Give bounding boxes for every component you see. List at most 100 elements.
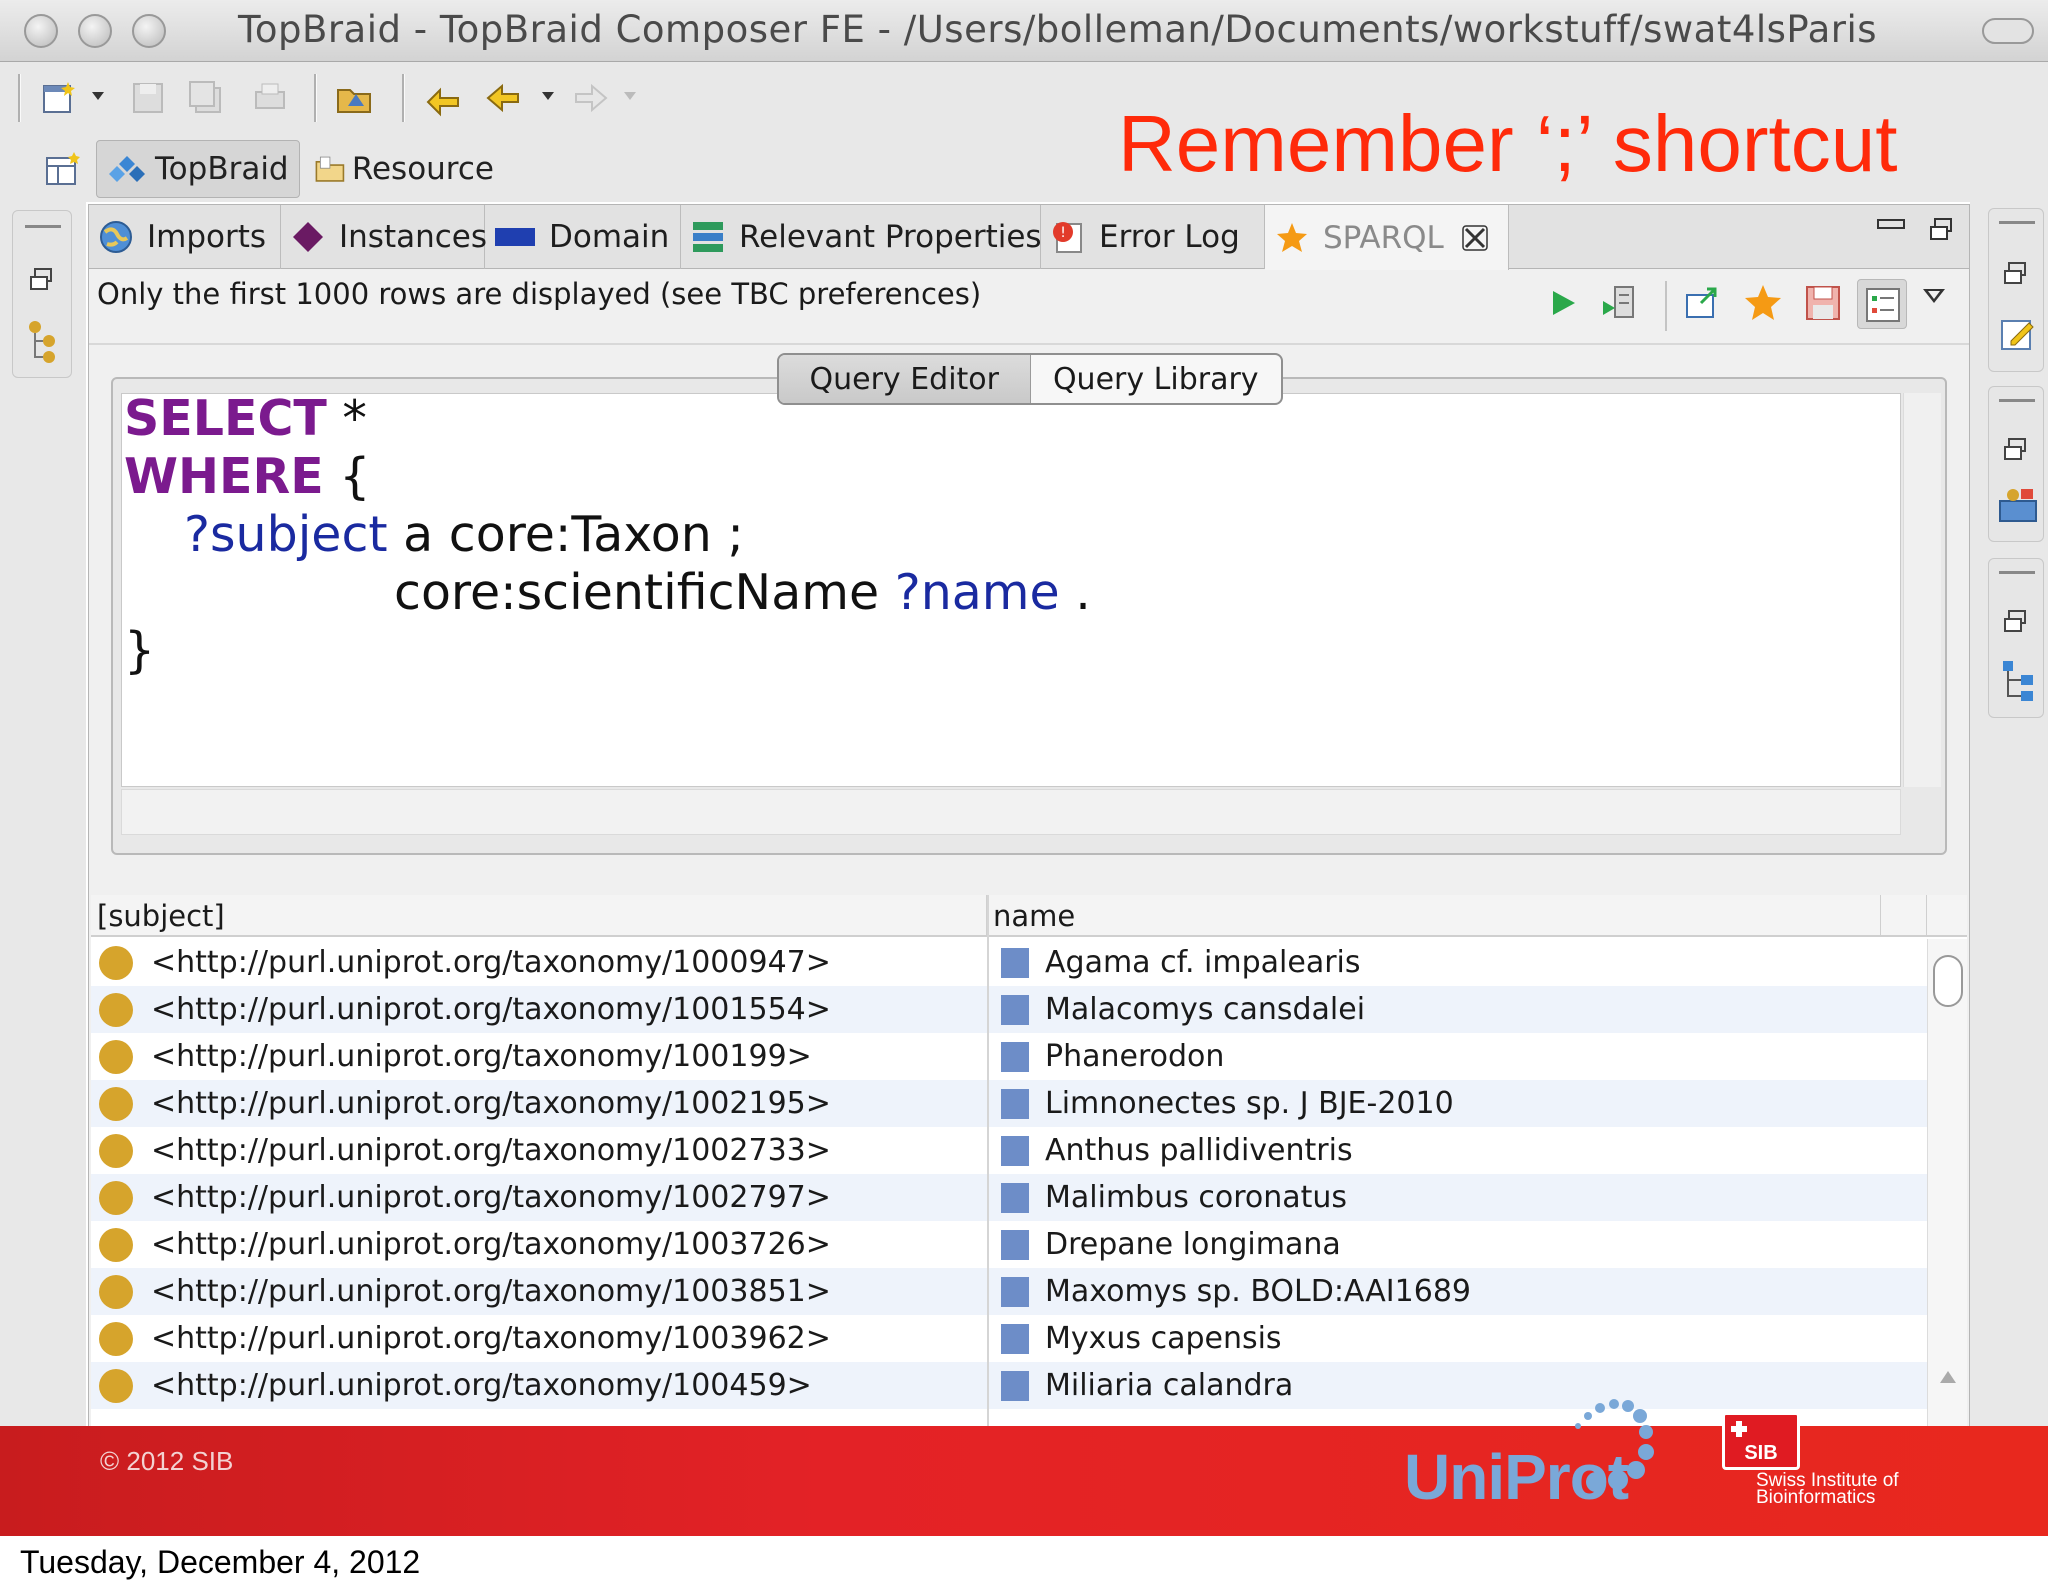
name-value: Miliaria calandra [1045,1368,1294,1403]
class-hierarchy-icon[interactable] [27,319,59,363]
save-query-icon[interactable] [1803,283,1843,323]
new-file-dropdown-icon[interactable] [92,92,104,100]
back-dropdown-icon[interactable] [542,92,554,100]
table-row[interactable]: <http://purl.uniprot.org/taxonomy/100094… [91,939,1927,986]
restore-icon[interactable] [2003,437,2029,463]
subject-cell: <http://purl.uniprot.org/taxonomy/100372… [99,1221,831,1268]
instance-icon [99,1274,133,1309]
subject-cell: <http://purl.uniprot.org/taxonomy/100273… [99,1127,831,1174]
new-file-icon[interactable] [40,78,80,118]
table-row[interactable]: <http://purl.uniprot.org/taxonomy/100279… [91,1174,1927,1221]
instance-icon [99,1180,133,1215]
table-row[interactable]: <http://purl.uniprot.org/taxonomy/100385… [91,1268,1927,1315]
row-limit-info: Only the first 1000 rows are displayed (… [97,277,982,311]
table-row[interactable]: <http://purl.uniprot.org/taxonomy/100219… [91,1080,1927,1127]
tab-instances[interactable]: Instances [281,205,488,269]
column-separator[interactable] [987,895,989,1429]
back-icon[interactable] [484,78,524,118]
tab-label: Domain [549,219,670,255]
table-row[interactable]: <http://purl.uniprot.org/taxonomy/100199… [91,1033,1927,1080]
forward-dropdown-icon [624,92,636,100]
last-edit-location-icon[interactable] [424,78,464,118]
globe-icon [100,221,132,253]
name-value: Malimbus coronatus [1045,1180,1348,1215]
results-vertical-scrollbar[interactable] [1927,939,1967,1429]
minimize-window-button[interactable] [78,14,112,48]
outline-tree-icon[interactable] [2001,659,2037,703]
tab-label: Instances [339,219,488,255]
column-header-name[interactable]: name [987,895,1881,937]
tab-label: Error Log [1099,219,1240,255]
save-all-icon [189,81,221,113]
literal-icon [1001,1323,1029,1354]
view-menu-icon-inner [1928,291,1940,299]
error-log-icon: ! [1053,222,1082,253]
results-view-toggle[interactable] [1857,279,1907,329]
perspective-topbraid[interactable]: TopBraid [96,140,300,198]
literal-icon [1001,1088,1029,1119]
query-text-area[interactable]: SELECT * WHERE { ?subject a core:Taxon ;… [121,390,1901,787]
restore-icon[interactable] [2003,261,2029,287]
bookmark-star-icon[interactable] [1743,283,1783,323]
editor-vertical-scrollbar[interactable] [1903,393,1941,787]
tab-relevant-properties[interactable]: Relevant Properties [681,205,1042,269]
query-line-3: ?subject a core:Taxon ; [184,506,744,563]
name-cell: Phanerodon [1001,1033,1224,1080]
run-query-icon[interactable] [1543,283,1583,323]
editor-horizontal-scrollbar[interactable] [121,789,1901,835]
instance-icon [99,1321,133,1356]
instance-icon [99,945,133,980]
uniprot-logo: UniProt [1404,1441,1629,1513]
open-project-icon[interactable] [334,78,374,118]
editor-mode-switch: Query Editor Query Library [777,353,1283,405]
basket-icon[interactable] [1997,485,2039,525]
table-row[interactable]: <http://purl.uniprot.org/taxonomy/100396… [91,1315,1927,1362]
restore-icon[interactable] [2003,609,2029,635]
svg-text:!: ! [1060,225,1066,241]
copyright-text: © 2012 SIB [100,1446,234,1476]
tab-query-library[interactable]: Query Library [1031,355,1282,403]
column-header-subject[interactable]: [subject] [91,895,987,937]
select-star: * [326,390,367,447]
maximize-view-icon[interactable] [1929,217,1955,243]
export-icon[interactable] [1683,283,1723,323]
name-value: Myxus capensis [1045,1321,1282,1356]
literal-icon [1001,1276,1029,1307]
view-tab-bar: Imports Instances Domain Relevant Proper… [89,205,1969,270]
tab-error-log[interactable]: ! Error Log [1041,205,1265,269]
query-line-1: SELECT * [124,390,367,447]
perspective-label: Resource [351,151,494,187]
forward-icon [575,83,608,113]
table-row[interactable]: <http://purl.uniprot.org/taxonomy/100273… [91,1127,1927,1174]
name-value: Agama cf. impalearis [1045,945,1361,980]
form-edit-icon[interactable] [1999,315,2037,353]
perspective-resource[interactable]: Resource [304,140,504,198]
scrollbar-thumb[interactable] [1933,955,1963,1007]
tab-imports[interactable]: Imports [89,205,281,269]
run-stepwise-icon[interactable] [1599,283,1639,323]
tab-domain[interactable]: Domain [485,205,681,269]
instance-icon [99,1368,133,1403]
close-tab-icon[interactable] [1460,223,1490,253]
sib-logo-text: SIB [1744,1442,1778,1464]
name-value: Maxomys sp. BOLD:AAI1689 [1045,1274,1472,1309]
name-cell: Miliaria calandra [1001,1362,1293,1409]
scroll-up-arrow-icon[interactable] [1940,1371,1956,1383]
divider [89,343,1969,345]
perspective-label: TopBraid [155,151,289,187]
literal-icon [1001,1135,1029,1166]
name-value: Limnonectes sp. J BJE-2010 [1045,1086,1454,1121]
open-perspective-icon[interactable] [44,150,82,188]
subject-cell: <http://purl.uniprot.org/taxonomy/100199… [99,1033,812,1080]
right-trim-area [1970,202,2048,1428]
restore-icon[interactable] [29,267,55,293]
table-row[interactable]: <http://purl.uniprot.org/taxonomy/100372… [91,1221,1927,1268]
minimize-view-icon[interactable] [1877,219,1905,229]
predicate-scientific-name: core:scientificName [394,564,895,621]
zoom-window-button[interactable] [132,14,166,48]
tab-query-editor[interactable]: Query Editor [779,355,1031,403]
close-window-button[interactable] [24,14,58,48]
toolbar-toggle-button[interactable] [1982,18,2034,44]
table-row[interactable]: <http://purl.uniprot.org/taxonomy/100155… [91,986,1927,1033]
tab-sparql[interactable]: SPARQL [1265,205,1509,270]
